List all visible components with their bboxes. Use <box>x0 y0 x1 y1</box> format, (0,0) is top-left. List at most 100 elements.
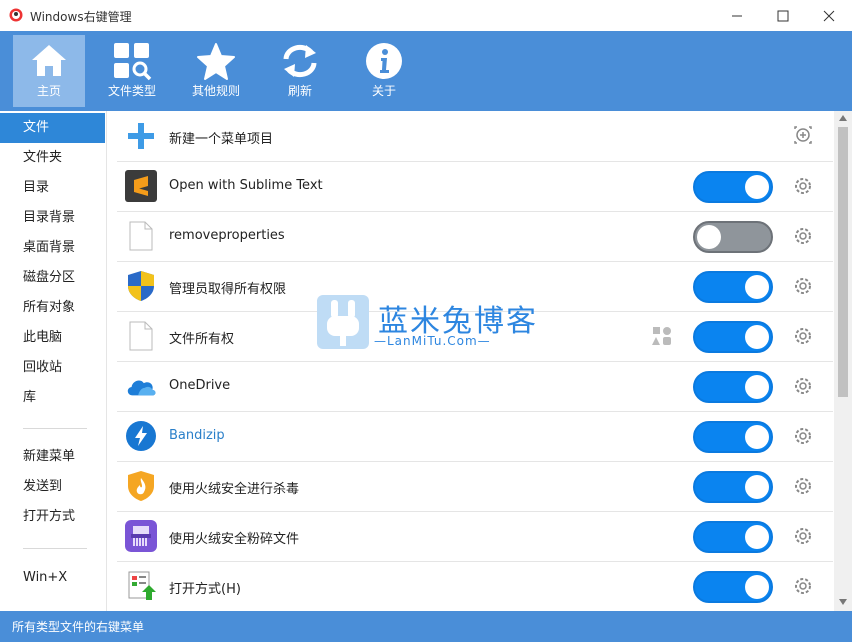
watermark: 蓝米兔博客 —LanMiTu.Com— <box>316 294 546 354</box>
toolbar-label: 文件类型 <box>107 84 156 98</box>
enable-toggle[interactable] <box>693 571 773 603</box>
shapes-icon[interactable] <box>652 326 672 346</box>
enable-toggle[interactable] <box>693 171 773 203</box>
status-bar: 所有类型文件的右键菜单 <box>0 611 852 642</box>
scrollbar-thumb[interactable] <box>838 127 848 397</box>
toolbar-label: 刷新 <box>287 84 312 98</box>
sidebar-item-recycle-bin[interactable]: 回收站 <box>0 353 105 383</box>
blank-file-icon <box>125 220 157 252</box>
minimize-icon <box>732 15 742 16</box>
status-text: 所有类型文件的右键菜单 <box>12 620 145 634</box>
gear-icon[interactable] <box>793 226 813 246</box>
menu-row-huorong-scan[interactable]: 使用火绒安全进行杀毒 <box>117 461 833 512</box>
enable-toggle[interactable] <box>693 521 773 553</box>
file-type-search-icon <box>114 43 152 81</box>
menu-item-list: 新建一个菜单项目 Open with Sublime Text removepr… <box>107 111 834 611</box>
star-icon <box>197 43 235 80</box>
sublime-icon <box>125 170 157 202</box>
enable-toggle[interactable] <box>693 421 773 453</box>
sidebar: 文件 文件夹 目录 目录背景 桌面背景 磁盘分区 所有对象 此电脑 回收站 库 … <box>0 111 107 611</box>
row-label: OneDrive <box>169 378 231 393</box>
sidebar-item-desktop-background[interactable]: 桌面背景 <box>0 233 105 263</box>
add-plus-icon[interactable] <box>793 125 813 145</box>
enable-toggle[interactable] <box>693 471 773 503</box>
toggle-knob <box>745 425 769 449</box>
new-menu-item-row[interactable]: 新建一个菜单项目 <box>117 111 833 162</box>
gear-icon[interactable] <box>793 576 813 596</box>
sidebar-item-all-objects[interactable]: 所有对象 <box>0 293 105 323</box>
bandizip-icon <box>125 420 157 452</box>
close-button[interactable] <box>806 0 852 31</box>
toggle-knob <box>745 475 769 499</box>
sidebar-item-new-menu[interactable]: 新建菜单 <box>0 442 105 472</box>
toggle-knob <box>697 225 721 249</box>
toggle-knob <box>745 375 769 399</box>
menu-row-sublime[interactable]: Open with Sublime Text <box>117 161 833 212</box>
sidebar-item-drive[interactable]: 磁盘分区 <box>0 263 105 293</box>
sidebar-divider <box>23 548 87 549</box>
open-with-icon <box>125 570 157 602</box>
row-label: 使用火绒安全粉碎文件 <box>169 532 300 547</box>
toolbar-other-rules-button[interactable]: 其他规则 <box>180 35 252 107</box>
menu-row-bandizip[interactable]: Bandizip <box>117 411 833 462</box>
blank-file-icon <box>125 320 157 352</box>
menu-row-onedrive[interactable]: OneDrive <box>117 361 833 412</box>
gear-icon[interactable] <box>793 276 813 296</box>
toolbar-about-button[interactable]: 关于 <box>348 35 420 107</box>
toolbar-label: 其他规则 <box>191 84 240 98</box>
sidebar-item-this-pc[interactable]: 此电脑 <box>0 323 105 353</box>
row-label: Open with Sublime Text <box>169 178 323 193</box>
menu-row-huorong-shred[interactable]: 使用火绒安全粉碎文件 <box>117 511 833 562</box>
minimize-button[interactable] <box>714 0 760 31</box>
row-label: Bandizip <box>169 428 225 443</box>
sidebar-item-folder[interactable]: 文件夹 <box>0 143 105 173</box>
sidebar-divider <box>23 428 87 429</box>
toggle-knob <box>745 175 769 199</box>
toggle-knob <box>745 575 769 599</box>
info-icon <box>366 43 402 79</box>
maximize-icon <box>777 10 789 21</box>
menu-row-removeproperties[interactable]: removeproperties <box>117 211 833 262</box>
maximize-button[interactable] <box>760 0 806 31</box>
sidebar-item-send-to[interactable]: 发送到 <box>0 472 105 502</box>
row-label: removeproperties <box>169 228 285 243</box>
toolbar-label: 主页 <box>36 84 61 98</box>
toolbar-label: 关于 <box>371 84 396 98</box>
watermark-rabbit-logo <box>317 295 369 349</box>
enable-toggle[interactable] <box>693 321 773 353</box>
vertical-scrollbar[interactable] <box>834 111 852 611</box>
sidebar-item-directory-background[interactable]: 目录背景 <box>0 203 105 233</box>
toolbar-refresh-button[interactable]: 刷新 <box>264 35 336 107</box>
toolbar-home-button[interactable]: 主页 <box>13 35 85 107</box>
watermark-subtitle: —LanMiTu.Com— <box>374 334 491 348</box>
sidebar-item-file[interactable]: 文件 <box>0 113 105 143</box>
gear-icon[interactable] <box>793 526 813 546</box>
huorong-shredder-icon <box>125 520 157 552</box>
sidebar-item-library[interactable]: 库 <box>0 383 105 413</box>
plus-icon <box>125 120 157 152</box>
huorong-shield-icon <box>125 470 157 502</box>
home-icon <box>32 45 66 76</box>
gear-icon[interactable] <box>793 326 813 346</box>
gear-icon[interactable] <box>793 176 813 196</box>
scroll-up-icon[interactable] <box>839 115 847 121</box>
enable-toggle[interactable] <box>693 221 773 253</box>
enable-toggle[interactable] <box>693 371 773 403</box>
gear-icon[interactable] <box>793 426 813 446</box>
row-label: 打开方式(H) <box>169 582 241 597</box>
toolbar-file-types-button[interactable]: 文件类型 <box>96 35 168 107</box>
toggle-knob <box>745 525 769 549</box>
gear-icon[interactable] <box>793 376 813 396</box>
app-icon <box>9 8 23 22</box>
main-toolbar: 主页 文件类型 其他规则 刷新 关于 <box>0 31 852 111</box>
sidebar-item-open-with[interactable]: 打开方式 <box>0 502 105 532</box>
menu-row-open-with[interactable]: 打开方式(H) <box>117 561 833 611</box>
sidebar-item-winx[interactable]: Win+X <box>0 563 105 593</box>
gear-icon[interactable] <box>793 476 813 496</box>
sidebar-item-directory[interactable]: 目录 <box>0 173 105 203</box>
title-bar: Windows右键管理 <box>0 0 852 32</box>
close-icon <box>823 10 835 21</box>
window-title: Windows右键管理 <box>30 10 132 24</box>
scroll-down-icon[interactable] <box>839 599 847 605</box>
enable-toggle[interactable] <box>693 271 773 303</box>
